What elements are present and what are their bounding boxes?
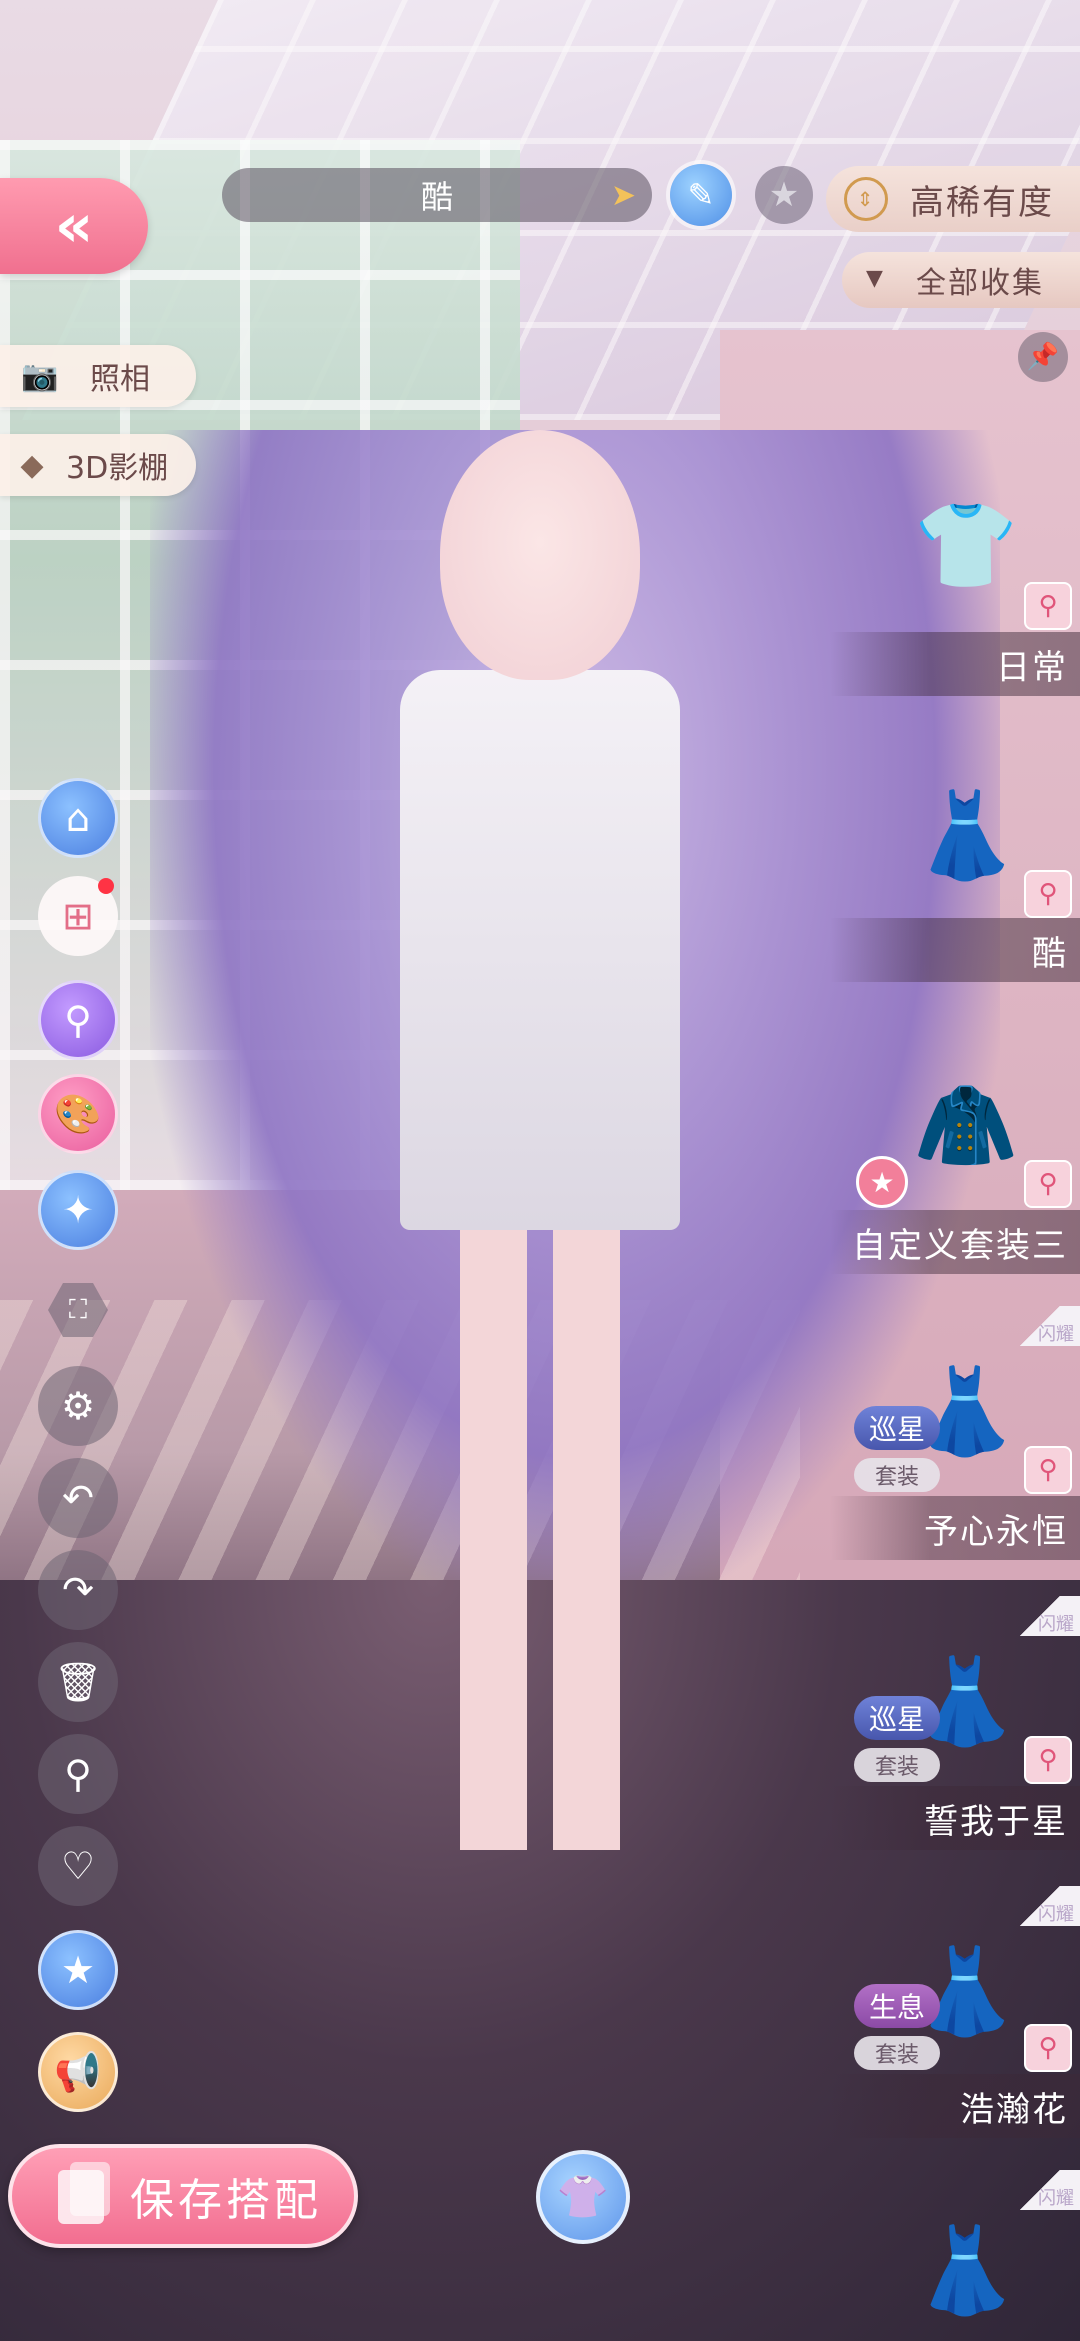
series-tag: 巡星 <box>854 1406 940 1450</box>
wardrobe-item[interactable]: 闪耀 👗 巡星 套装 ⚲ 誓我于星 <box>830 1596 1080 1850</box>
filter-label: 全部收集 <box>916 266 1044 301</box>
plus-icon: ⊞ <box>62 894 94 938</box>
stars-icon: ✦ <box>62 1188 94 1232</box>
sort-button[interactable]: ⇕ 高稀有度 <box>826 166 1080 232</box>
delete-button[interactable]: 🗑 <box>38 1642 118 1722</box>
wardrobe-item[interactable]: 闪耀 👗 巡星 套装 ⚲ 予心永恒 <box>830 1306 1080 1560</box>
pose-icon: ⌂ <box>65 796 91 840</box>
settings-button[interactable]: ⚙ <box>38 1366 118 1446</box>
studio-label: 3D影棚 <box>66 451 169 486</box>
shirt-icon: 👚 <box>556 2172 610 2221</box>
magnifier-icon: ⚲ <box>64 998 92 1042</box>
favorite-star-button[interactable]: ★ <box>755 166 813 224</box>
outfit-name-bar[interactable]: 酷 ➤ <box>222 168 652 222</box>
inspect-icon[interactable]: ⚲ <box>1024 2024 1072 2072</box>
item-label: 酷 <box>830 918 1080 982</box>
inspect-icon[interactable]: ⚲ <box>1024 1736 1072 1784</box>
pencil-icon: ✎ <box>687 176 715 214</box>
dropdown-icon: ▼ <box>866 266 885 291</box>
heart-icon: ♡ <box>60 1844 96 1888</box>
sort-toggle-icon: ⇕ <box>844 177 888 221</box>
double-chevron-left-icon: « <box>54 191 94 261</box>
pin-button[interactable]: 📌 <box>1018 332 1068 382</box>
series-tag: 巡星 <box>854 1696 940 1740</box>
redo-button[interactable]: ↷ <box>38 1550 118 1630</box>
trash-icon: 🗑 <box>53 1659 103 1704</box>
item-label: 自定义套装三 <box>830 1210 1080 1274</box>
sort-label: 高稀有度 <box>910 182 1054 223</box>
wardrobe-item[interactable]: 👕 ⚲ 日常 <box>830 470 1080 700</box>
studio-3d-button[interactable]: ◆ 3D影棚 <box>0 434 196 496</box>
inspect-icon[interactable]: ⚲ <box>1024 870 1072 918</box>
wardrobe-item[interactable]: 👗 ⚲ 酷 <box>830 760 1080 990</box>
wardrobe-item[interactable]: 🧥 ★ ⚲ 自定义套装三 <box>830 1050 1080 1280</box>
outfit-thumbnail: 👗 <box>913 2220 1019 2319</box>
palette-icon: 🎨 <box>54 1091 102 1136</box>
star-icon: ★ <box>768 175 800 215</box>
notification-dot <box>98 878 114 894</box>
save-outfit-button[interactable]: 保存搭配 <box>8 2144 358 2248</box>
character-head <box>440 430 640 680</box>
back-button[interactable]: « <box>0 178 148 274</box>
arrow-icon: ➤ <box>610 178 636 213</box>
pose-button[interactable]: ⌂ <box>38 778 118 858</box>
filter-button[interactable]: ▼ 全部收集 <box>842 252 1080 308</box>
edit-name-button[interactable]: ✎ <box>670 164 732 226</box>
broadcast-button[interactable]: 📢 <box>38 2032 118 2112</box>
undo-icon: ↶ <box>62 1476 94 1520</box>
custom-star-icon: ★ <box>856 1156 908 1208</box>
redo-icon: ↷ <box>62 1568 94 1612</box>
expand-icon: ⛶ <box>68 1294 88 1325</box>
item-label: 予心永恒 <box>830 1496 1080 1560</box>
search-button[interactable]: ⚲ <box>38 1734 118 1814</box>
inspect-icon[interactable]: ⚲ <box>1024 1160 1072 1208</box>
inspect-icon[interactable]: ⚲ <box>1024 582 1072 630</box>
effects-button[interactable]: ✦ <box>38 1170 118 1250</box>
save-label: 保存搭配 <box>130 2175 322 2226</box>
add-item-button[interactable]: ⊞ <box>38 876 118 956</box>
save-icon <box>58 2162 110 2224</box>
photo-label: 照相 <box>90 362 150 397</box>
outfit-scan-button[interactable]: 👚 <box>536 2150 630 2244</box>
gear-icon: ⚙ <box>60 1384 96 1428</box>
character-dress <box>400 670 680 1230</box>
item-label: 誓我于星 <box>830 1786 1080 1850</box>
set-tag: 套装 <box>854 2036 940 2070</box>
set-tag: 套装 <box>854 1748 940 1782</box>
inspect-icon[interactable]: ⚲ <box>1024 1446 1072 1494</box>
outfit-name: 酷 <box>420 178 453 216</box>
star-collection-button[interactable]: ★ <box>38 1930 118 2010</box>
series-tag: 生息 <box>854 1984 940 2028</box>
undo-button[interactable]: ↶ <box>38 1458 118 1538</box>
wardrobe-item[interactable]: 闪耀 👗 <box>850 2170 1080 2341</box>
character-legs <box>460 1230 620 1850</box>
star-circle-icon: ★ <box>60 1948 96 1992</box>
cube-icon: ◆ <box>20 447 44 483</box>
palette-button[interactable]: 🎨 <box>38 1074 118 1154</box>
megaphone-icon: 📢 <box>54 2049 102 2094</box>
item-label: 日常 <box>830 632 1080 696</box>
item-label: 浩瀚花 <box>830 2074 1080 2138</box>
camera-icon: 📷 <box>21 358 59 394</box>
wardrobe-item[interactable]: 闪耀 👗 生息 套装 ⚲ 浩瀚花 <box>830 1886 1080 2138</box>
set-tag: 套装 <box>854 1458 940 1492</box>
search-icon: ⚲ <box>64 1752 92 1796</box>
photo-button[interactable]: 📷 照相 <box>0 345 196 407</box>
search-makeup-button[interactable]: ⚲ <box>38 980 118 1060</box>
pin-icon: 📌 <box>1026 342 1060 372</box>
like-button[interactable]: ♡ <box>38 1826 118 1906</box>
